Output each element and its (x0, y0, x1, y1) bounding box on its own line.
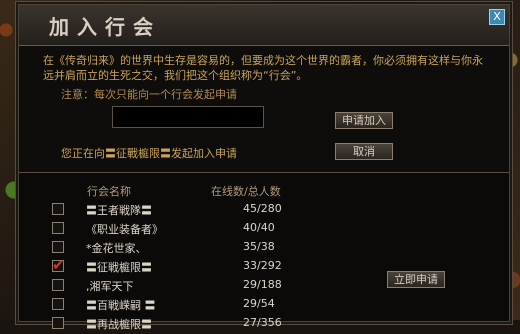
guild-name-input[interactable] (112, 106, 264, 128)
note-text: 注意：每次只能向一个行会发起申请 (61, 88, 237, 101)
guild-name: 《职业装备者》 (86, 223, 163, 236)
guild-row[interactable]: *金花世家、 35/38 (19, 239, 379, 258)
cancel-button[interactable]: 取消 (335, 143, 393, 160)
join-guild-dialog: 加入行会 X 在《传奇归来》的世界中生存是容易的，但要成为这个世界的霸者，你必须… (18, 4, 510, 331)
guild-checkbox[interactable] (52, 298, 64, 310)
guild-checkbox[interactable] (52, 279, 64, 291)
guild-checkbox[interactable] (52, 241, 64, 253)
column-header-name: 行会名称 (87, 185, 131, 198)
close-button[interactable]: X (489, 9, 505, 25)
dialog-title: 加入行会 (49, 15, 161, 39)
guild-checkbox[interactable] (52, 222, 64, 234)
guild-row[interactable]: ,湘军天下 29/188 (19, 277, 379, 296)
guild-member-count: 35/38 (243, 240, 275, 253)
guild-name: 〓再战榳限〓 (86, 318, 152, 331)
guild-checkbox[interactable]: ✔ (52, 256, 65, 274)
guild-row[interactable]: 《职业装备者》 40/40 (19, 220, 379, 239)
guild-name: 〓征戦榳限〓 (86, 261, 152, 274)
join-now-button[interactable]: 立即申请 (387, 271, 445, 288)
guild-name: *金花世家、 (86, 242, 147, 255)
application-status: 您正在向〓征戰榳限〓发起加入申请 (61, 147, 237, 160)
checkmark-icon: ✔ (52, 256, 65, 274)
guild-member-count: 29/188 (243, 278, 282, 291)
column-header-count: 在线数/总人数 (211, 185, 281, 198)
guild-row[interactable]: ✔ 〓征戦榳限〓 33/292 (19, 256, 379, 277)
guild-member-count: 27/356 (243, 316, 282, 329)
apply-join-button[interactable]: 申请加入 (335, 112, 393, 129)
guild-member-count: 29/54 (243, 297, 275, 310)
guild-row[interactable]: 〓再战榳限〓 27/356 (19, 315, 379, 334)
guild-row[interactable]: 〓王者戦隊〓 45/280 (19, 201, 379, 220)
guild-row[interactable]: 〓百戦嵘嗣 〓 29/54 (19, 296, 379, 315)
guild-checkbox[interactable] (52, 203, 64, 215)
guild-member-count: 45/280 (243, 202, 282, 215)
guild-name: 〓百戦嵘嗣 〓 (86, 299, 156, 312)
dialog-titlebar: 加入行会 (19, 5, 509, 46)
guild-name: 〓王者戦隊〓 (86, 204, 152, 217)
guild-member-count: 40/40 (243, 221, 275, 234)
guild-member-count: 33/292 (243, 259, 282, 272)
intro-text: 在《传奇归来》的世界中生存是容易的，但要成为这个世界的霸者，你必须拥有这样与你永… (43, 54, 483, 82)
guild-checkbox[interactable] (52, 317, 64, 329)
guild-name: ,湘军天下 (86, 280, 134, 293)
